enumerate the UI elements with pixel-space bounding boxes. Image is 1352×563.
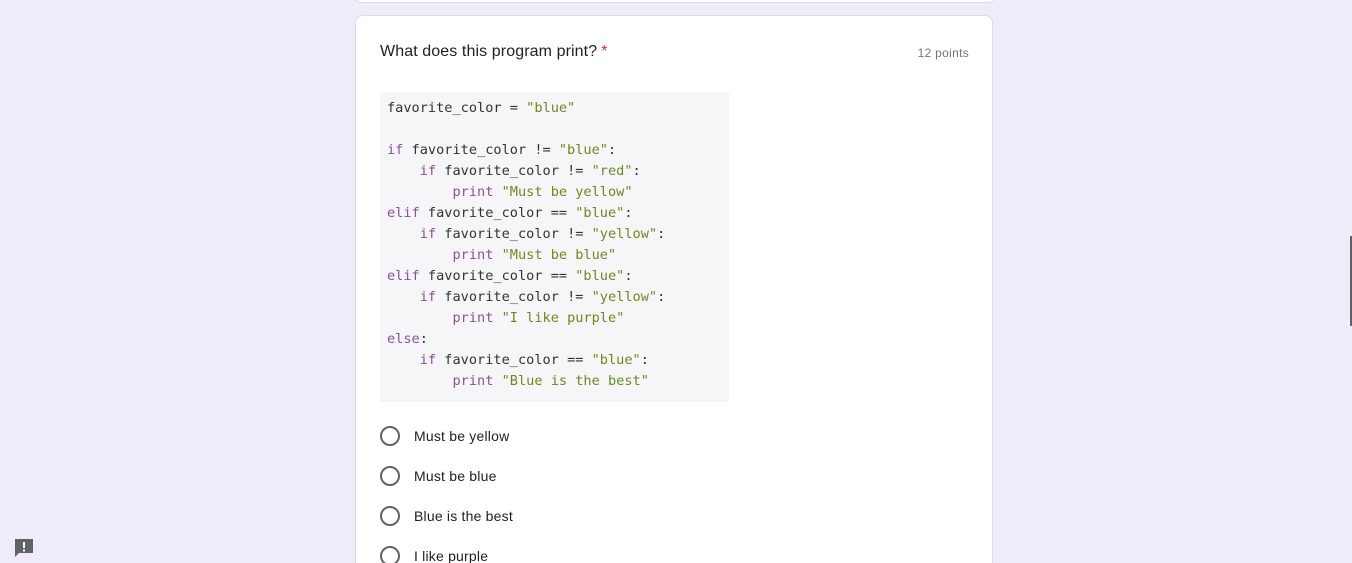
code-text: favorite_color != [436, 226, 592, 242]
code-text: favorite_color = [387, 100, 527, 116]
code-line: if favorite_color != "blue": [387, 140, 729, 161]
code-line: else: [387, 329, 729, 350]
code-line: if favorite_color != "yellow": [387, 287, 729, 308]
radio-unchecked-icon[interactable] [380, 506, 400, 526]
code-text: favorite_color != [403, 142, 559, 158]
option-must-be-blue[interactable]: Must be blue [380, 456, 513, 496]
code-text: : [607, 142, 617, 158]
radio-unchecked-icon[interactable] [380, 546, 400, 563]
code-text: : [624, 268, 633, 284]
option-label: Must be blue [414, 468, 497, 484]
code-text: : [657, 289, 666, 305]
code-text: : [419, 331, 428, 347]
previous-question-card [355, 0, 995, 3]
code-keyword: elif [387, 268, 420, 284]
code-line: print "I like purple" [387, 308, 729, 329]
code-string: "Must be blue" [501, 247, 617, 263]
code-text: : [632, 163, 641, 179]
code-keyword: print [452, 310, 494, 326]
form-page: What does this program print? * 12 points… [0, 0, 1352, 563]
code-line: print "Must be blue" [387, 245, 729, 266]
option-blue-is-the-best[interactable]: Blue is the best [380, 496, 513, 536]
code-text: : [624, 205, 633, 221]
code-line: elif favorite_color == "blue": [387, 266, 729, 287]
code-string: "yellow" [591, 226, 658, 242]
code-keyword: if [419, 163, 437, 179]
code-string: "blue" [526, 100, 576, 116]
code-line: print "Must be yellow" [387, 182, 729, 203]
code-keyword: print [452, 247, 494, 263]
question-title: What does this program print? * [380, 43, 608, 61]
question-points: 12 points [917, 46, 969, 60]
code-string: "yellow" [591, 289, 658, 305]
code-string: "Must be yellow" [501, 184, 633, 200]
option-i-like-purple[interactable]: I like purple [380, 536, 513, 563]
code-keyword: print [452, 184, 494, 200]
required-marker: * [601, 43, 608, 60]
code-line: if favorite_color == "blue": [387, 350, 729, 371]
code-text: favorite_color != [436, 289, 592, 305]
code-text: : [640, 352, 649, 368]
code-line: print "Blue is the best" [387, 371, 729, 392]
code-line: if favorite_color != "red": [387, 161, 729, 182]
code-keyword: print [452, 373, 494, 389]
code-keyword: if [419, 352, 437, 368]
option-label: Blue is the best [414, 508, 513, 524]
radio-unchecked-icon[interactable] [380, 466, 400, 486]
code-keyword: else [387, 331, 420, 347]
code-keyword: if [387, 142, 404, 158]
code-text: favorite_color != [436, 163, 592, 179]
code-keyword: elif [387, 205, 420, 221]
option-label: I like purple [414, 548, 489, 563]
radio-unchecked-icon[interactable] [380, 426, 400, 446]
code-string: "Blue is the best" [501, 373, 649, 389]
code-string: "blue" [591, 352, 641, 368]
question-card: What does this program print? * 12 points… [355, 15, 993, 563]
code-line: elif favorite_color == "blue": [387, 203, 729, 224]
code-text: favorite_color == [436, 352, 592, 368]
code-text: favorite_color == [419, 268, 576, 284]
report-problem-icon[interactable] [13, 538, 35, 558]
code-text: favorite_color == [419, 205, 576, 221]
code-string: "blue" [575, 268, 625, 284]
code-keyword: if [419, 226, 437, 242]
code-block-image: favorite_color = "blue" if favorite_color… [380, 92, 729, 402]
option-label: Must be yellow [414, 428, 510, 444]
option-must-be-yellow[interactable]: Must be yellow [380, 416, 513, 456]
code-text: : [657, 226, 666, 242]
code-line: favorite_color = "blue" [387, 98, 729, 119]
code-line: if favorite_color != "yellow": [387, 224, 729, 245]
code-string: "red" [591, 163, 633, 179]
code-string: "I like purple" [501, 310, 625, 326]
code-keyword: if [419, 289, 437, 305]
answer-options: Must be yellow Must be blue Blue is the … [380, 416, 513, 563]
code-string: "blue" [575, 205, 625, 221]
code-string: "blue" [558, 142, 608, 158]
question-text: What does this program print? [380, 43, 598, 60]
